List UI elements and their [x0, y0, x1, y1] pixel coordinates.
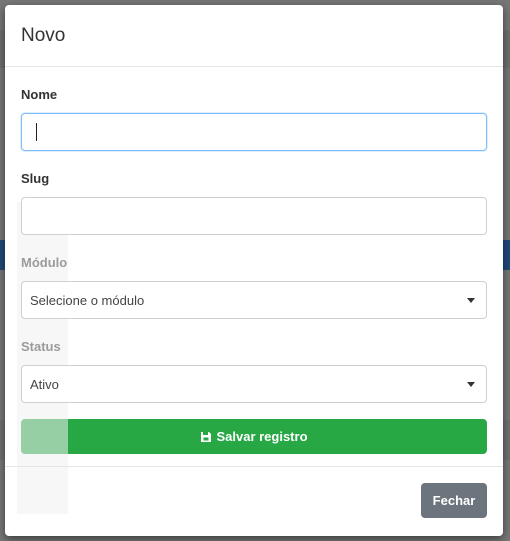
modal-footer: Fechar	[5, 466, 503, 536]
modal-title: Novo	[21, 24, 66, 46]
slug-group: Slug	[21, 171, 487, 235]
status-select[interactable]: Ativo	[21, 365, 487, 403]
caret-down-icon	[467, 298, 475, 303]
nome-label: Nome	[21, 87, 58, 102]
text-cursor	[36, 123, 37, 141]
modulo-selected-value: Selecione o módulo	[30, 292, 145, 308]
status-group: Status Ativo	[21, 339, 487, 403]
slug-input[interactable]	[21, 197, 487, 235]
slug-label: Slug	[21, 171, 50, 186]
save-record-label: Salvar registro	[216, 429, 308, 444]
save-record-button[interactable]: Salvar registro	[21, 419, 487, 454]
modulo-select[interactable]: Selecione o módulo	[21, 281, 487, 319]
close-button-label: Fechar	[432, 493, 476, 508]
close-button[interactable]: Fechar	[421, 483, 487, 518]
status-label: Status	[21, 339, 487, 354]
nome-input[interactable]	[21, 113, 487, 151]
modal-header: Novo	[5, 5, 503, 67]
modulo-group: Módulo Selecione o módulo	[21, 255, 487, 319]
floppy-disk-icon	[201, 431, 212, 442]
status-selected-value: Ativo	[30, 376, 59, 392]
modulo-label: Módulo	[21, 255, 487, 270]
nome-group: Nome	[21, 87, 487, 151]
caret-down-icon	[467, 382, 475, 387]
modal-body: Nome Slug Módulo Selecione o módulo Stat…	[5, 87, 503, 514]
new-record-modal: Novo Nome Slug Módulo Selecione o módulo…	[5, 5, 503, 536]
